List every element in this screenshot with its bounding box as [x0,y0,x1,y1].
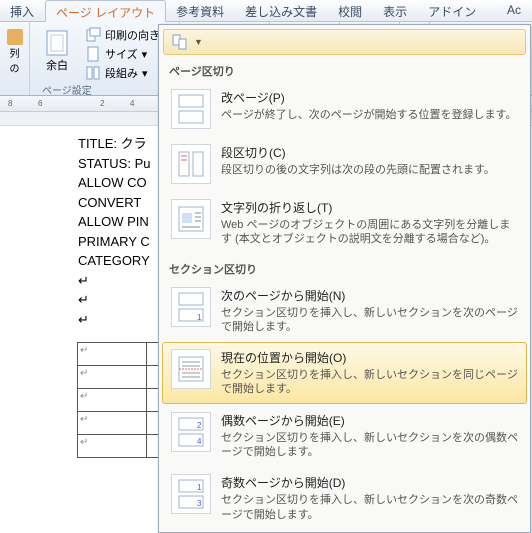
svg-text:2: 2 [197,421,202,430]
item-title: 次のページから開始(N) [221,287,518,304]
margins-icon [43,29,71,57]
columns-label: 段組み [105,65,138,81]
item-even-page[interactable]: 24 偶数ページから開始(E)セクション区切りを挿入し、新しいセクションを次の偶… [162,405,527,467]
column-break-icon [171,144,211,184]
theme-icon [7,29,23,45]
item-title: 奇数ページから開始(D) [221,474,518,491]
text-wrap-icon [171,199,211,239]
orientation-icon [85,27,101,43]
chevron-down-icon: ▾ [142,48,148,61]
item-desc: セクション区切りを挿入し、新しいセクションを次の偶数ページで開始します。 [221,431,518,460]
item-title: 文字列の折り返し(T) [221,199,518,216]
size-icon [85,46,101,62]
themes-button[interactable]: 列の [6,26,23,78]
tab-mailmerge[interactable]: 差し込み文書 [235,0,328,21]
table-cell[interactable]: ↵ [77,388,147,412]
tab-acc[interactable]: Ac [497,0,532,21]
orientation-label: 印刷の向き [105,27,160,43]
item-text-wrap[interactable]: 文字列の折り返し(T) Web ページのオブジェクトの周囲にある文字列を分離します… [162,192,527,254]
page-break-icon [171,89,211,129]
tab-page-layout[interactable]: ページ レイアウト [45,0,166,22]
table-cell[interactable]: ↵ [77,365,147,389]
item-odd-page[interactable]: 13 奇数ページから開始(D)セクション区切りを挿入し、新しいセクションを次の奇… [162,467,527,529]
chevron-down-icon: ▾ [142,67,148,80]
item-next-page[interactable]: 1 次のページから開始(N) セクション区切りを挿入し、新しいセクションを次のペー… [162,280,527,342]
item-desc: Web ページのオブジェクトの周囲にある文字列を分離します (本文とオブジェクト… [221,218,518,247]
item-desc: セクション区切りを挿入し、新しいセクションを次のページで開始します。 [221,306,518,335]
ruler-num: 6 [38,99,42,108]
item-desc: 段区切りの後の文字列は次の段の先頭に配置されます。 [221,163,518,177]
svg-text:4: 4 [197,437,202,446]
svg-text:3: 3 [197,499,202,508]
section-section-breaks: セクション区切り [161,255,528,279]
item-desc: セクション区切りを挿入し、新しいセクションを同じページで開始します。 [221,368,518,397]
breaks-button[interactable]: ▼ [163,29,526,55]
even-page-icon: 24 [171,412,211,452]
ribbon-tabs: 挿入 ページ レイアウト 参考資料 差し込み文書 校閲 表示 アドイン Ac [0,0,532,22]
item-continuous[interactable]: 現在の位置から開始(O) セクション区切りを挿入し、新しいセクションを同じページで… [162,342,527,404]
chevron-down-icon: ▼ [194,37,203,47]
svg-text:1: 1 [197,483,202,492]
item-desc: ページが終了し、次のページが開始する位置を登録します。 [221,108,518,122]
next-page-icon: 1 [171,287,211,327]
tab-insert[interactable]: 挿入 [0,0,45,21]
item-desc: セクション区切りを挿入し、新しいセクションを次の奇数ページで開始します。 [221,493,518,522]
ruler-num: 2 [100,99,104,108]
ruler-num: 4 [130,99,134,108]
item-title: 現在の位置から開始(O) [221,349,518,366]
item-title: 改ページ(P) [221,89,518,106]
tab-addin[interactable]: アドイン [418,0,487,21]
item-page-break[interactable]: 改ページ(P) ページが終了し、次のページが開始する位置を登録します。 [162,82,527,136]
table-cell[interactable]: ↵ [77,434,147,458]
page-setup-label: ページ設定 [42,82,92,97]
columns-icon [85,65,101,81]
section-page-breaks: ページ区切り [161,57,528,81]
odd-page-icon: 13 [171,474,211,514]
ruler-num: 8 [8,99,12,108]
item-title: 段区切り(C) [221,144,518,161]
tab-view[interactable]: 表示 [373,0,418,21]
breaks-icon [172,34,188,50]
table-cell[interactable]: ↵ [77,411,147,435]
item-column-break[interactable]: 段区切り(C) 段区切りの後の文字列は次の段の先頭に配置されます。 [162,137,527,191]
themes-label: 列の [10,45,20,75]
tab-reference[interactable]: 参考資料 [166,0,235,21]
table-cell[interactable]: ↵ [77,342,147,366]
svg-text:1: 1 [197,313,202,322]
breaks-dropdown-menu: ▼ ページ区切り 改ページ(P) ページが終了し、次のページが開始する位置を登録し… [158,24,531,533]
continuous-icon [171,349,211,389]
margins-label: 余白 [46,57,68,73]
tab-review[interactable]: 校閲 [328,0,373,21]
size-label: サイズ [105,46,138,62]
item-title: 偶数ページから開始(E) [221,412,518,429]
